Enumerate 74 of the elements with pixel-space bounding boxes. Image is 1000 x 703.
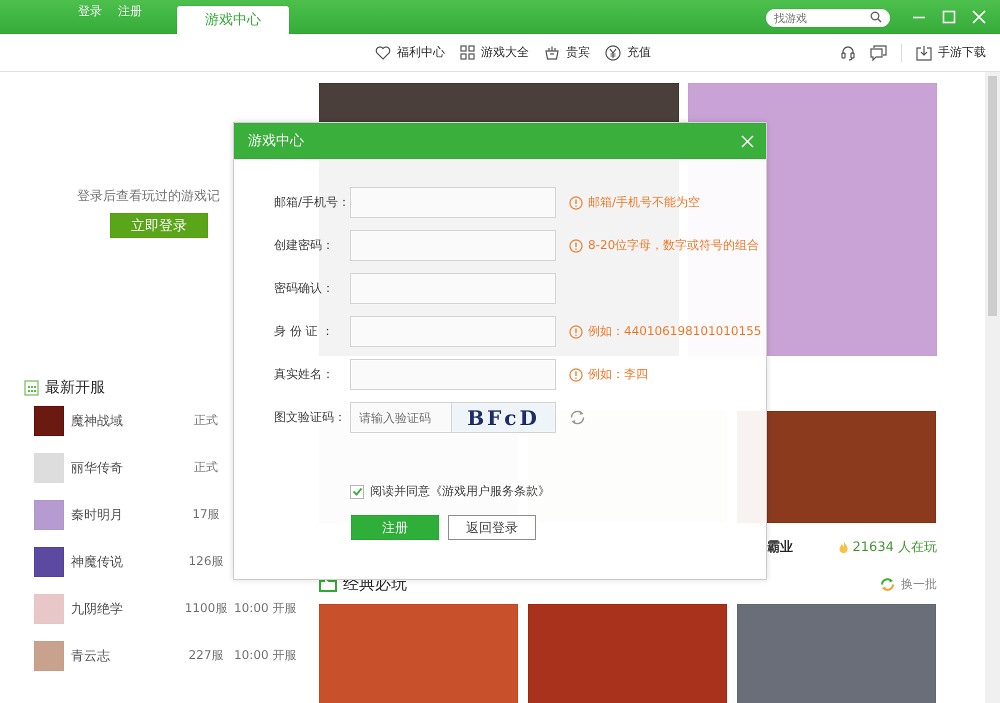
section-title: 最新开服 [45,378,105,397]
refresh-icon[interactable] [880,576,895,592]
game-name[interactable]: 秦时明月 [71,506,183,524]
nav-link[interactable]: 福利中心 [397,44,445,61]
captcha-field[interactable]: 请输入验证码 [351,403,452,432]
game-title[interactable]: 霸业 [767,538,793,556]
server-label: 1100服 [184,600,228,617]
yen-icon [605,44,621,60]
nav-link[interactable]: 充值 [627,44,651,61]
field-hint: 8-20位字母，数字或符号的组合 [588,237,760,254]
game-thumbnail[interactable] [34,640,64,670]
search-field[interactable]: 找游戏 [766,9,890,28]
game-name[interactable]: 丽华传奇 [71,458,183,476]
input-field[interactable] [350,273,556,304]
back-to-login-button[interactable]: 返回登录 [448,515,536,540]
field-label: 真实姓名： [274,366,335,383]
chat-icon[interactable] [870,44,887,60]
scrollbar[interactable] [985,72,1000,703]
input-field[interactable] [350,316,556,347]
field-label: 身 份 证 ： [274,323,334,340]
nav-link[interactable]: 贵宾 [566,44,590,61]
server-label: 227服 [188,647,224,664]
server-label: 正式 [193,459,219,476]
field-label: 密码确认： [274,280,335,297]
input-field[interactable] [350,359,556,390]
field-label: 邮箱/手机号： [274,194,350,211]
game-thumbnail[interactable] [34,452,64,482]
nav-link[interactable]: 游戏大全 [481,44,529,61]
checkbox[interactable] [350,484,364,498]
open-time: 10:00 开服 [234,647,296,664]
refresh-icon[interactable] [569,409,586,426]
field-label: 图文验证码： [274,409,347,426]
captcha-image: BFcD [452,403,555,432]
alert-icon [569,196,583,210]
heart-icon [375,46,391,60]
search-icon[interactable] [870,10,882,23]
game-thumbnail[interactable] [34,594,64,624]
dialog-title: 游戏中心 [248,132,304,150]
maximize-icon[interactable] [942,10,956,24]
flame-icon [838,540,848,554]
open-time: 10:00 开服 [234,600,296,617]
player-count: 21634 人在玩 [852,539,937,556]
gift-icon [544,45,560,60]
game-thumbnail[interactable] [34,500,64,530]
game-thumbnail[interactable] [34,406,64,436]
server-label: 126服 [188,553,224,570]
input-field[interactable] [350,187,556,218]
captcha-box[interactable]: 请输入验证码 BFcD [350,402,556,433]
field-hint: 例如：440106198101010155 [588,323,762,340]
close-icon[interactable] [741,134,754,148]
input-field[interactable] [350,230,556,261]
alert-icon [569,324,583,338]
scrollbar-thumb[interactable] [988,76,997,316]
download-icon[interactable] [916,44,932,60]
server-label: 17服 [191,506,221,523]
game-name[interactable]: 神魔传说 [71,552,183,570]
game-name[interactable]: 九阴绝学 [71,600,183,618]
calendar-icon [24,380,39,396]
alert-icon [569,368,583,382]
refresh-link[interactable]: 换一批 [901,576,937,592]
login-prompt: 登录后查看玩过的游戏记 [77,188,220,205]
field-label: 创建密码： [274,237,335,254]
headset-icon[interactable] [840,44,856,60]
field-hint: 例如：李四 [588,366,648,383]
alert-icon [569,238,583,252]
field-hint: 邮箱/手机号不能为空 [588,194,700,211]
server-label: 正式 [193,412,219,429]
game-name[interactable]: 青云志 [71,646,183,664]
game-name[interactable]: 魔神战域 [71,412,183,430]
close-icon[interactable] [972,10,986,24]
game-thumbnail[interactable] [34,546,64,576]
agreement-text[interactable]: 阅读并同意《游戏用户服务条款》 [370,483,550,500]
download-link[interactable]: 手游下载 [938,44,986,61]
grid-icon [460,45,475,60]
